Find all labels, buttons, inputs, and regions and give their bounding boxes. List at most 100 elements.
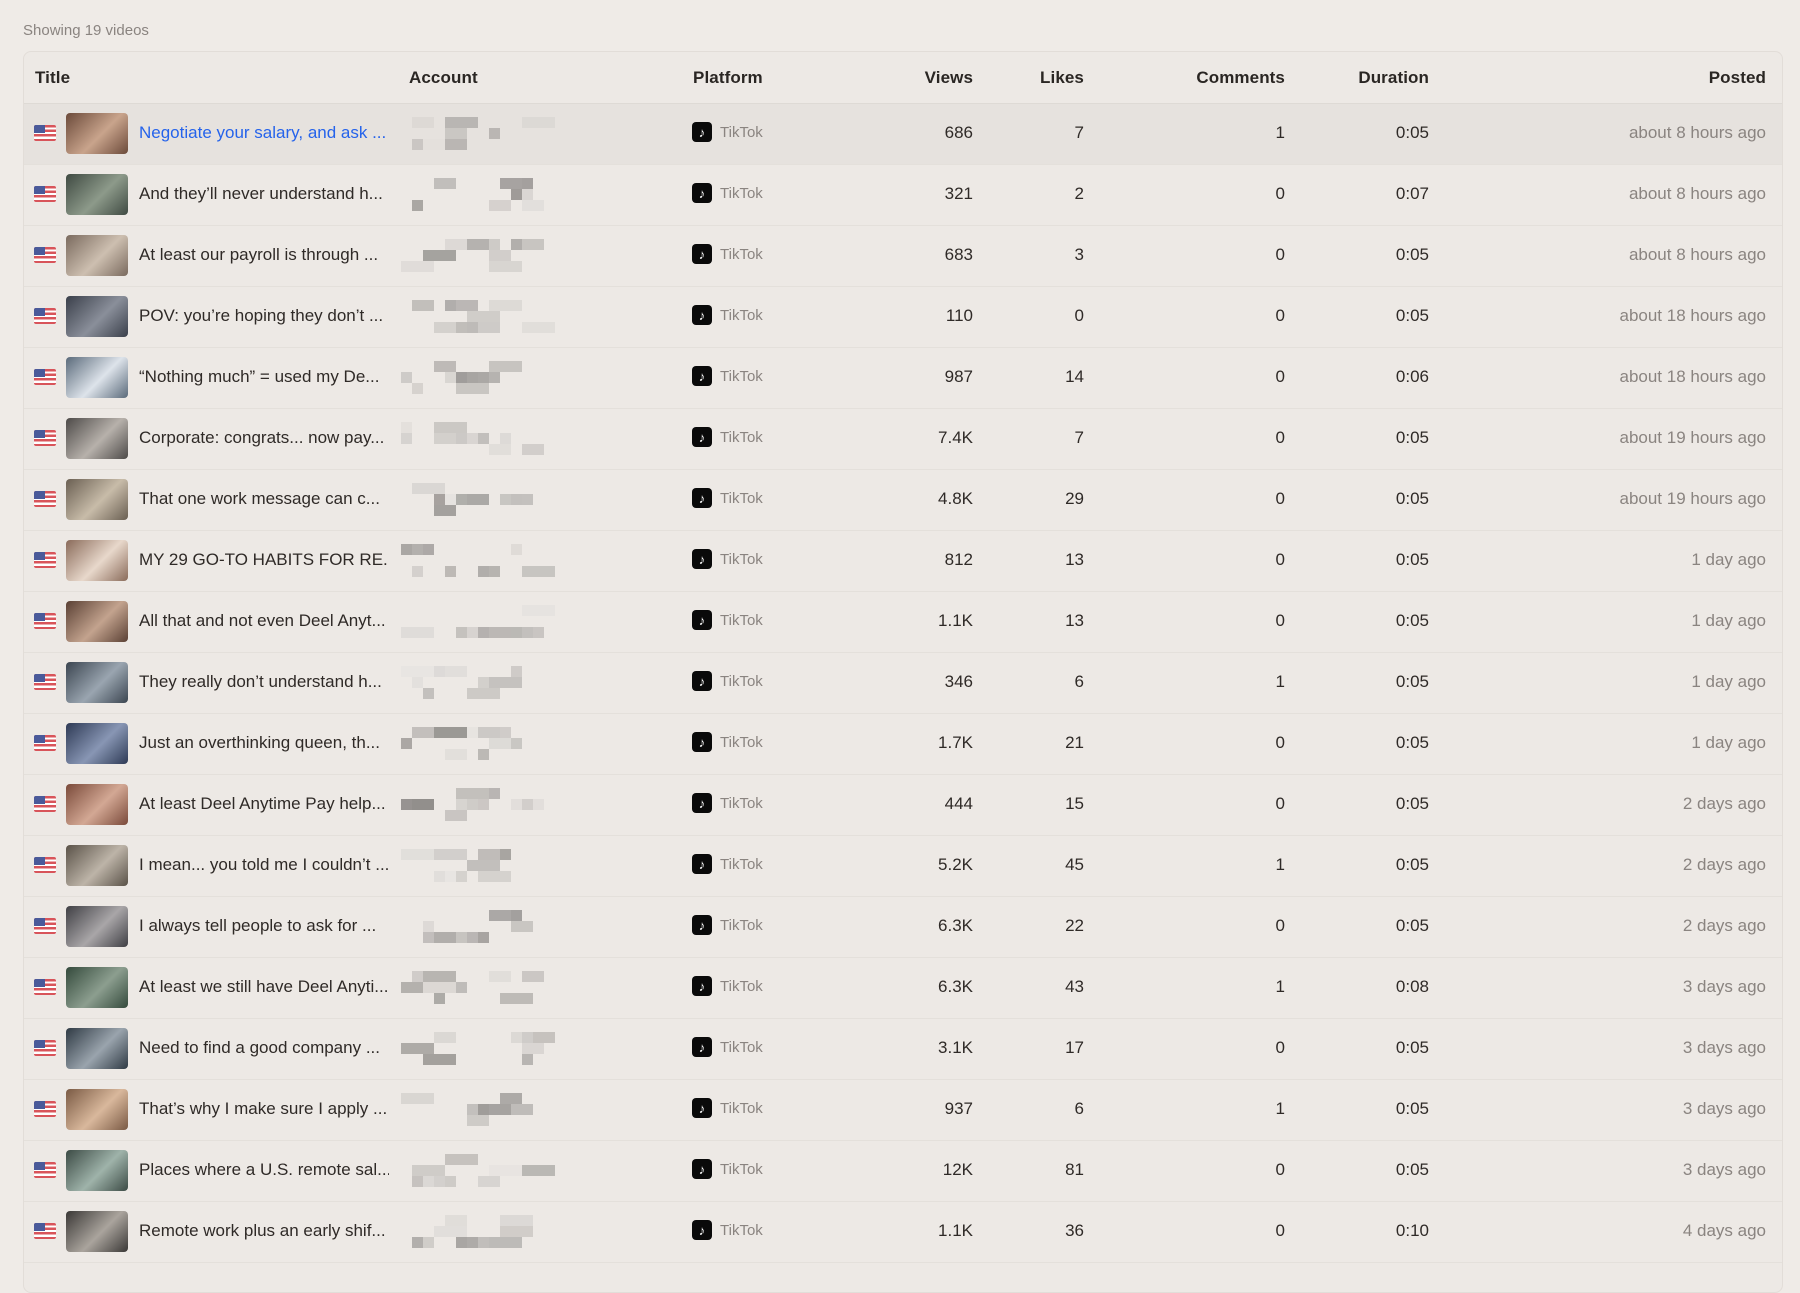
- platform-name: TikTok: [720, 794, 763, 812]
- video-thumbnail[interactable]: [66, 1211, 128, 1252]
- video-thumbnail[interactable]: [66, 967, 128, 1008]
- platform-cell: ♪ TikTok: [692, 549, 763, 569]
- likes-value: 13: [1065, 550, 1084, 569]
- video-thumbnail[interactable]: [66, 1150, 128, 1191]
- col-posted[interactable]: Posted: [1494, 68, 1766, 88]
- table-row[interactable]: At least we still have Deel Anyti... ♪ T…: [24, 958, 1782, 1019]
- video-title-link[interactable]: At least Deel Anytime Pay help...: [139, 794, 389, 814]
- col-account[interactable]: Account: [409, 68, 478, 88]
- tiktok-icon: ♪: [692, 854, 712, 874]
- video-title-link[interactable]: “Nothing much” = used my De...: [139, 367, 389, 387]
- views-value: 4.8K: [938, 489, 973, 508]
- video-thumbnail[interactable]: [66, 845, 128, 886]
- likes-value: 81: [1065, 1160, 1084, 1179]
- comments-value: 0: [1275, 794, 1285, 813]
- col-comments[interactable]: Comments: [1104, 68, 1285, 88]
- table-row[interactable]: Places where a U.S. remote sal... ♪ TikT…: [24, 1141, 1782, 1202]
- table-row[interactable]: MY 29 GO-TO HABITS FOR RE... ♪ TikTok 81…: [24, 531, 1782, 592]
- account-name-redacted: [401, 479, 583, 521]
- table-row[interactable]: Need to find a good company ... ♪ TikTok…: [24, 1019, 1782, 1080]
- col-likes[interactable]: Likes: [984, 68, 1084, 88]
- table-row[interactable]: Corporate: congrats... now pay... ♪ TikT…: [24, 409, 1782, 470]
- duration-value: 0:05: [1395, 1160, 1429, 1179]
- video-title-link[interactable]: Need to find a good company ...: [139, 1038, 389, 1058]
- video-title-link[interactable]: MY 29 GO-TO HABITS FOR RE...: [139, 550, 389, 570]
- comments-value: 1: [1275, 672, 1285, 691]
- video-title-link[interactable]: POV: you’re hoping they don’t ...: [139, 306, 389, 326]
- video-title-link[interactable]: They really don’t understand h...: [139, 672, 389, 692]
- platform-name: TikTok: [720, 489, 763, 507]
- account-name-redacted: [401, 1089, 583, 1131]
- table-row[interactable]: Remote work plus an early shif... ♪ TikT…: [24, 1202, 1782, 1263]
- table-header: Title Account Platform Views Likes Comme…: [24, 52, 1782, 104]
- comments-value: 0: [1275, 916, 1285, 935]
- video-thumbnail[interactable]: [66, 906, 128, 947]
- video-thumbnail[interactable]: [66, 479, 128, 520]
- table-body: Negotiate your salary, and ask ... ♪ Tik…: [24, 104, 1782, 1263]
- video-title-link[interactable]: And they’ll never understand h...: [139, 184, 389, 204]
- duration-value: 0:05: [1395, 672, 1429, 691]
- account-name-redacted: [401, 1150, 583, 1192]
- video-thumbnail[interactable]: [66, 662, 128, 703]
- col-views[interactable]: Views: [824, 68, 973, 88]
- table-row[interactable]: That one work message can c... ♪ TikTok …: [24, 470, 1782, 531]
- video-thumbnail[interactable]: [66, 296, 128, 337]
- table-row[interactable]: Negotiate your salary, and ask ... ♪ Tik…: [24, 104, 1782, 165]
- table-row[interactable]: At least our payroll is through ... ♪ Ti…: [24, 226, 1782, 287]
- us-flag-icon: [34, 1162, 56, 1178]
- video-thumbnail[interactable]: [66, 113, 128, 154]
- video-thumbnail[interactable]: [66, 601, 128, 642]
- platform-name: TikTok: [720, 1099, 763, 1117]
- video-thumbnail[interactable]: [66, 235, 128, 276]
- video-title-link[interactable]: That one work message can c...: [139, 489, 389, 509]
- video-title-link[interactable]: At least we still have Deel Anyti...: [139, 977, 389, 997]
- col-title[interactable]: Title: [35, 68, 70, 88]
- table-row[interactable]: At least Deel Anytime Pay help... ♪ TikT…: [24, 775, 1782, 836]
- duration-value: 0:05: [1395, 916, 1429, 935]
- table-row[interactable]: I always tell people to ask for ... ♪ Ti…: [24, 897, 1782, 958]
- video-thumbnail[interactable]: [66, 784, 128, 825]
- tiktok-icon: ♪: [692, 305, 712, 325]
- video-thumbnail[interactable]: [66, 1089, 128, 1130]
- video-title-link[interactable]: Corporate: congrats... now pay...: [139, 428, 389, 448]
- table-row[interactable]: That’s why I make sure I apply ... ♪ Tik…: [24, 1080, 1782, 1141]
- posted-value: 1 day ago: [1691, 611, 1766, 630]
- comments-value: 0: [1275, 367, 1285, 386]
- comments-value: 0: [1275, 306, 1285, 325]
- table-row[interactable]: Just an overthinking queen, th... ♪ TikT…: [24, 714, 1782, 775]
- video-title-link[interactable]: Places where a U.S. remote sal...: [139, 1160, 389, 1180]
- us-flag-icon: [34, 125, 56, 141]
- video-thumbnail[interactable]: [66, 357, 128, 398]
- comments-value: 0: [1275, 489, 1285, 508]
- us-flag-icon: [34, 491, 56, 507]
- video-thumbnail[interactable]: [66, 418, 128, 459]
- col-platform[interactable]: Platform: [693, 68, 763, 88]
- table-row[interactable]: “Nothing much” = used my De... ♪ TikTok …: [24, 348, 1782, 409]
- table-row[interactable]: All that and not even Deel Anyt... ♪ Tik…: [24, 592, 1782, 653]
- likes-value: 7: [1074, 123, 1084, 142]
- table-row[interactable]: They really don’t understand h... ♪ TikT…: [24, 653, 1782, 714]
- video-title-link[interactable]: I mean... you told me I couldn’t ...: [139, 855, 389, 875]
- video-title-link[interactable]: At least our payroll is through ...: [139, 245, 389, 265]
- platform-cell: ♪ TikTok: [692, 122, 763, 142]
- video-thumbnail[interactable]: [66, 1028, 128, 1069]
- posted-value: about 8 hours ago: [1628, 245, 1766, 264]
- duration-value: 0:05: [1395, 428, 1429, 447]
- video-title-link[interactable]: Negotiate your salary, and ask ...: [139, 123, 389, 143]
- video-title-link[interactable]: Just an overthinking queen, th...: [139, 733, 389, 753]
- tiktok-icon: ♪: [692, 549, 712, 569]
- video-title-link[interactable]: All that and not even Deel Anyt...: [139, 611, 389, 631]
- table-row[interactable]: I mean... you told me I couldn’t ... ♪ T…: [24, 836, 1782, 897]
- video-title-link[interactable]: Remote work plus an early shif...: [139, 1221, 389, 1241]
- table-row[interactable]: POV: you’re hoping they don’t ... ♪ TikT…: [24, 287, 1782, 348]
- video-thumbnail[interactable]: [66, 540, 128, 581]
- tiktok-icon: ♪: [692, 1159, 712, 1179]
- video-thumbnail[interactable]: [66, 723, 128, 764]
- video-title-link[interactable]: That’s why I make sure I apply ...: [139, 1099, 389, 1119]
- video-title-link[interactable]: I always tell people to ask for ...: [139, 916, 389, 936]
- account-name-redacted: [401, 967, 583, 1009]
- video-thumbnail[interactable]: [66, 174, 128, 215]
- comments-value: 0: [1275, 428, 1285, 447]
- col-duration[interactable]: Duration: [1324, 68, 1429, 88]
- table-row[interactable]: And they’ll never understand h... ♪ TikT…: [24, 165, 1782, 226]
